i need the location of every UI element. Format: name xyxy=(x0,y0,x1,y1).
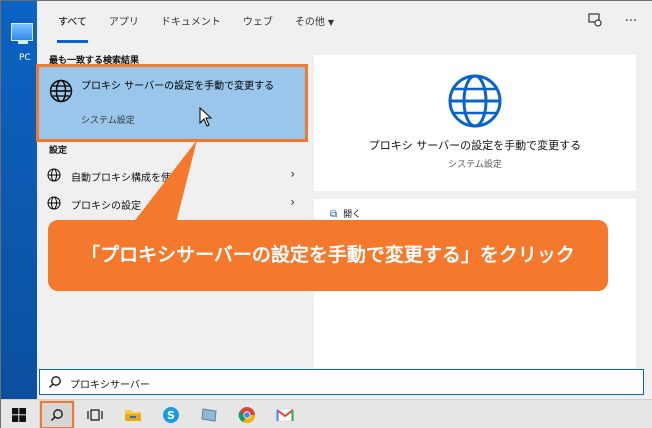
best-match-item[interactable]: プロキシ サーバーの設定を手動で変更する システム設定 xyxy=(36,64,308,142)
gmail-button[interactable] xyxy=(267,400,303,428)
chrome-button[interactable] xyxy=(229,400,265,428)
tab-other[interactable]: その他 ▼ xyxy=(284,1,345,45)
setting-item-label: 自動プロキシ構成を使う xyxy=(71,173,181,184)
setting-item-label: プロキシの設定 xyxy=(71,201,141,212)
open-label: 開く xyxy=(343,210,362,220)
mouse-cursor-icon xyxy=(199,107,213,127)
svg-text:S: S xyxy=(167,409,175,422)
desktop-strip: PC xyxy=(1,1,37,399)
chrome-icon xyxy=(238,407,255,424)
windows-start-icon xyxy=(12,408,26,422)
open-action[interactable]: ⧉ 開く xyxy=(330,207,361,220)
callout-text: 「プロキシサーバーの設定を手動で変更する」をクリック xyxy=(81,244,575,266)
chevron-right-icon: › xyxy=(290,167,295,181)
best-match-heading: 最も一致する検索結果 xyxy=(49,56,140,66)
photos-icon xyxy=(201,408,217,422)
taskbar: S xyxy=(1,399,652,428)
setting-item-proxy[interactable]: プロキシの設定 › xyxy=(39,189,305,217)
photos-app-button[interactable] xyxy=(191,400,227,428)
more-options-icon[interactable]: ··· xyxy=(622,13,640,31)
pc-icon-label: PC xyxy=(19,53,31,63)
best-match-title: プロキシ サーバーの設定を手動で変更する xyxy=(81,81,275,92)
search-icon xyxy=(49,376,61,388)
setting-item-auto-proxy[interactable]: 自動プロキシ構成を使う › xyxy=(39,161,305,189)
start-button[interactable] xyxy=(1,400,37,428)
skype-button[interactable]: S xyxy=(153,400,189,428)
instruction-callout: 「プロキシサーバーの設定を手動で変更する」をクリック xyxy=(48,220,608,291)
pc-icon[interactable] xyxy=(11,23,33,44)
best-match-subtitle: システム設定 xyxy=(81,116,135,126)
search-icon xyxy=(51,409,63,421)
globe-icon xyxy=(49,79,73,103)
file-explorer-button[interactable] xyxy=(115,400,151,428)
top-actions: ··· xyxy=(586,13,640,31)
file-explorer-icon xyxy=(125,410,141,421)
detail-title: プロキシ サーバーの設定を手動で変更する xyxy=(368,139,582,152)
open-icon: ⧉ xyxy=(330,209,338,220)
detail-pane: プロキシ サーバーの設定を手動で変更する システム設定 ⧉ 開く xyxy=(314,55,636,371)
task-view-button[interactable] xyxy=(77,400,113,428)
tab-documents[interactable]: ドキュメント xyxy=(150,1,232,45)
search-tabs: すべて アプリ ドキュメント ウェブ その他 ▼ xyxy=(37,1,652,45)
search-query: プロキシサーバー xyxy=(70,380,150,391)
skype-icon: S xyxy=(163,407,179,423)
gmail-icon xyxy=(276,408,294,422)
chevron-down-icon: ▼ xyxy=(327,18,335,27)
globe-icon xyxy=(448,74,502,128)
tab-all[interactable]: すべて xyxy=(47,1,98,45)
divider xyxy=(314,191,636,199)
tab-web[interactable]: ウェブ xyxy=(232,1,284,45)
task-view-icon xyxy=(87,409,103,421)
chevron-right-icon: › xyxy=(290,195,295,209)
globe-icon xyxy=(47,168,61,182)
tab-other-label: その他 xyxy=(294,17,325,28)
detail-subtitle: システム設定 xyxy=(448,160,502,170)
feedback-icon[interactable] xyxy=(586,13,604,31)
globe-icon xyxy=(47,196,61,210)
search-input[interactable]: プロキシサーバー xyxy=(39,369,644,395)
settings-heading: 設定 xyxy=(49,146,68,156)
tab-apps[interactable]: アプリ xyxy=(98,1,150,45)
taskbar-search-button[interactable] xyxy=(39,400,75,428)
search-panel: すべて アプリ ドキュメント ウェブ その他 ▼ ··· 最も一致する検索結果 プ… xyxy=(36,1,652,399)
results-list: 最も一致する検索結果 プロキシ サーバーの設定を手動で変更する システム設定 設… xyxy=(36,45,313,371)
